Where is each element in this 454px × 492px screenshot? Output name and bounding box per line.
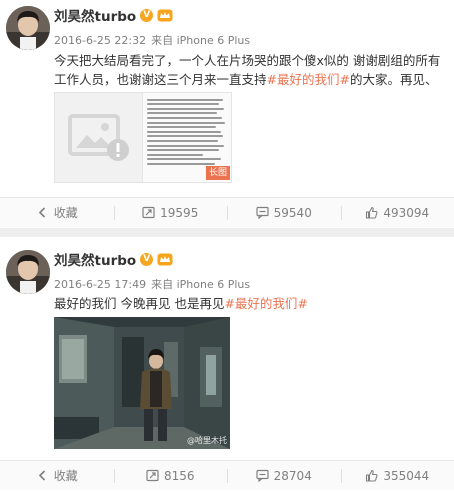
comment-icon xyxy=(256,469,269,482)
post-image-long[interactable]: 长图 xyxy=(54,92,232,183)
verified-v-icon: V xyxy=(140,252,154,266)
favorite-label: 收藏 xyxy=(53,206,78,220)
weibo-post-1: 刘昊然turbo V 2016-6-25 22:32 来自 iPhone 6 Pl… xyxy=(0,0,454,228)
repost-button[interactable]: 19595 xyxy=(113,198,228,227)
member-crown-icon[interactable] xyxy=(157,9,173,22)
image-watermark: @哈里木托 xyxy=(187,436,227,445)
favorite-chevron-icon xyxy=(38,207,45,218)
image-placeholder-icon xyxy=(67,113,129,161)
username[interactable]: 刘昊然turbo xyxy=(54,249,136,269)
long-image-text-preview: 长图 xyxy=(143,93,231,182)
comment-count: 59540 xyxy=(273,205,312,220)
verified-v-icon: V xyxy=(140,8,154,22)
image-placeholder xyxy=(55,93,144,182)
like-button[interactable]: 493094 xyxy=(340,198,454,227)
hallway-photo xyxy=(54,317,230,449)
repost-icon xyxy=(142,206,155,219)
post-text: 最好的我们 今晚再见 也是再见#最好的我们# xyxy=(54,294,448,313)
post-text-body: 最好的我们 今晚再见 也是再见 xyxy=(54,296,225,311)
repost-count: 8156 xyxy=(163,468,195,483)
avatar[interactable] xyxy=(6,6,50,50)
action-bar: 收藏 19595 59540 493094 xyxy=(0,197,454,227)
post-source: 来自 iPhone 6 Plus xyxy=(151,278,251,291)
comment-icon xyxy=(256,206,269,219)
favorite-button[interactable]: 收藏 xyxy=(0,198,114,227)
member-crown-icon[interactable] xyxy=(157,253,173,266)
favorite-chevron-icon xyxy=(38,470,45,481)
like-count: 493094 xyxy=(383,205,430,220)
username[interactable]: 刘昊然turbo xyxy=(54,5,136,25)
thumbs-up-icon xyxy=(366,206,378,219)
post-photo[interactable]: @哈里木托 xyxy=(54,317,230,449)
repost-button[interactable]: 8156 xyxy=(113,461,228,490)
like-count: 355044 xyxy=(383,468,430,483)
hashtag-link[interactable]: #最好的我们# xyxy=(224,296,307,311)
post-source: 来自 iPhone 6 Plus xyxy=(151,34,251,47)
repost-count: 19595 xyxy=(160,205,199,220)
long-image-badge: 长图 xyxy=(205,166,230,180)
avatar-photo xyxy=(6,6,50,50)
post-timestamp[interactable]: 2016-6-25 17:49 xyxy=(54,278,146,291)
comment-button[interactable]: 28704 xyxy=(227,461,341,490)
avatar-photo xyxy=(6,250,50,294)
repost-icon xyxy=(146,469,159,482)
post-timestamp[interactable]: 2016-6-25 22:32 xyxy=(54,34,146,47)
thumbs-up-icon xyxy=(366,469,378,482)
like-button[interactable]: 355044 xyxy=(340,461,454,490)
comment-button[interactable]: 59540 xyxy=(227,198,341,227)
weibo-post-2: 刘昊然turbo V 2016-6-25 17:49 来自 iPhone 6 Pl… xyxy=(0,237,454,492)
action-bar: 收藏 8156 28704 355044 xyxy=(0,460,454,490)
favorite-button[interactable]: 收藏 xyxy=(0,461,114,490)
hashtag-link[interactable]: #最好的我们# xyxy=(267,72,350,87)
favorite-label: 收藏 xyxy=(53,469,78,483)
avatar[interactable] xyxy=(6,250,50,294)
comment-count: 28704 xyxy=(273,468,312,483)
